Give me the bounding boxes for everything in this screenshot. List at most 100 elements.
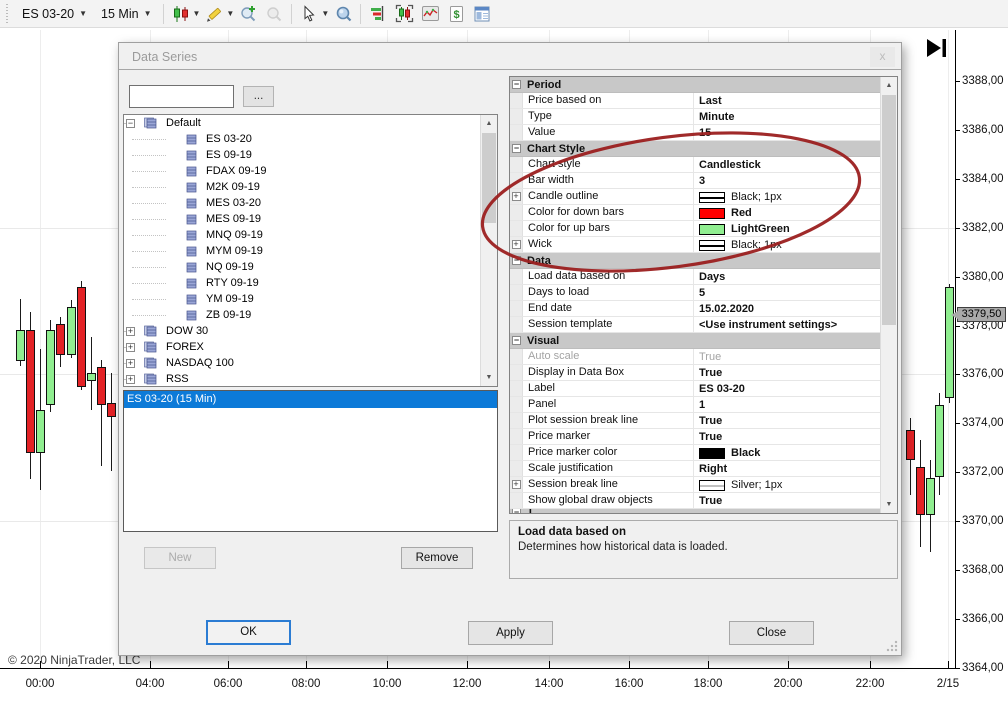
expand-icon[interactable]: + bbox=[511, 240, 521, 249]
properties-scrollbar[interactable]: ▲ ▼ bbox=[880, 77, 897, 513]
property-value[interactable]: Right bbox=[694, 461, 881, 476]
expand-icon[interactable]: + bbox=[511, 192, 521, 201]
property-value[interactable]: True bbox=[694, 429, 881, 444]
property-value[interactable]: True bbox=[694, 493, 881, 508]
tree-item-forex[interactable]: + FOREX bbox=[124, 339, 497, 355]
tree-item-fdax-09-19[interactable]: FDAX 09-19 bbox=[124, 163, 497, 179]
expand-icon[interactable]: + bbox=[126, 342, 135, 352]
chevron-down-icon[interactable]: ▼ bbox=[226, 9, 234, 18]
zoom-out-button[interactable] bbox=[262, 2, 286, 26]
collapse-icon[interactable]: − bbox=[126, 118, 135, 128]
market-depth-button[interactable] bbox=[366, 2, 390, 26]
property-value[interactable]: True bbox=[694, 365, 881, 380]
zoom-in-button[interactable] bbox=[236, 2, 260, 26]
property-row: Color for up bars LightGreen bbox=[510, 221, 881, 237]
close-button[interactable]: Close bbox=[729, 621, 814, 645]
collapse-icon[interactable]: − bbox=[512, 336, 521, 345]
expand-icon[interactable]: + bbox=[126, 374, 135, 384]
section-header-visual[interactable]: − Visual bbox=[510, 333, 881, 349]
expand-icon[interactable]: + bbox=[126, 326, 135, 336]
tree-item-dow-30[interactable]: + DOW 30 bbox=[124, 323, 497, 339]
tree-item-label: MNQ 09-19 bbox=[206, 229, 263, 241]
browse-instruments-button[interactable]: ... bbox=[243, 86, 274, 107]
scroll-down-icon[interactable]: ▼ bbox=[481, 369, 497, 386]
property-value[interactable]: Black; 1px bbox=[694, 189, 881, 204]
toolbar-grip[interactable] bbox=[4, 3, 12, 24]
property-value[interactable]: Red bbox=[694, 205, 881, 220]
property-value[interactable]: 15 bbox=[694, 125, 881, 140]
account-data-button[interactable]: $ bbox=[444, 2, 468, 26]
database-icon bbox=[139, 341, 161, 353]
tree-item-nasdaq-100[interactable]: + NASDAQ 100 bbox=[124, 355, 497, 371]
dialog-close-button[interactable]: x bbox=[870, 47, 895, 67]
cursor-icon bbox=[301, 5, 318, 22]
tree-item-default[interactable]: − Default bbox=[124, 115, 497, 131]
tree-item-rty-09-19[interactable]: RTY 09-19 bbox=[124, 275, 497, 291]
property-value[interactable]: Candlestick bbox=[694, 157, 881, 172]
tree-item-rss[interactable]: + RSS bbox=[124, 371, 497, 386]
tree-item-nq-09-19[interactable]: NQ 09-19 bbox=[124, 259, 497, 275]
collapse-icon[interactable]: − bbox=[512, 80, 521, 89]
property-value[interactable]: 15.02.2020 bbox=[694, 301, 881, 316]
price-axis-tick bbox=[955, 619, 960, 620]
property-value[interactable]: Days bbox=[694, 269, 881, 284]
section-header-chart-style[interactable]: − Chart Style bbox=[510, 141, 881, 157]
section-header-data[interactable]: − Data bbox=[510, 253, 881, 269]
section-header-period[interactable]: − Period bbox=[510, 77, 881, 93]
tree-item-m2k-09-19[interactable]: M2K 09-19 bbox=[124, 179, 497, 195]
scroll-up-icon[interactable]: ▲ bbox=[481, 115, 497, 132]
chevron-down-icon[interactable]: ▼ bbox=[193, 9, 201, 18]
expand-icon[interactable]: + bbox=[126, 358, 135, 368]
property-value[interactable]: Black bbox=[694, 445, 881, 460]
chevron-down-icon[interactable]: ▼ bbox=[321, 9, 329, 18]
tree-item-mes-09-19[interactable]: MES 09-19 bbox=[124, 211, 497, 227]
tree-indent bbox=[132, 170, 166, 172]
collapse-icon[interactable]: − bbox=[512, 144, 521, 153]
cursor-tool-button[interactable] bbox=[297, 2, 321, 26]
property-value[interactable]: True bbox=[694, 413, 881, 428]
property-value[interactable]: 5 bbox=[694, 285, 881, 300]
property-value[interactable]: Last bbox=[694, 93, 881, 108]
ok-button[interactable]: OK bbox=[206, 620, 291, 645]
dialog-resize-grip[interactable] bbox=[886, 640, 898, 652]
tree-item-ym-09-19[interactable]: YM 09-19 bbox=[124, 291, 497, 307]
apply-button[interactable]: Apply bbox=[468, 621, 553, 645]
scrollbar-thumb[interactable] bbox=[882, 95, 896, 325]
tree-item-mes-03-20[interactable]: MES 03-20 bbox=[124, 195, 497, 211]
property-value[interactable]: 3 bbox=[694, 173, 881, 188]
tree-scrollbar[interactable]: ▲ ▼ bbox=[480, 115, 497, 386]
scroll-up-icon[interactable]: ▲ bbox=[881, 77, 897, 94]
property-value[interactable]: Silver; 1px bbox=[694, 477, 881, 492]
collapse-icon[interactable]: − bbox=[512, 256, 521, 265]
instrument-search-input[interactable] bbox=[129, 85, 234, 108]
property-value[interactable]: 1 bbox=[694, 397, 881, 412]
go-to-last-bar-button[interactable] bbox=[924, 36, 950, 60]
remove-series-button[interactable]: Remove bbox=[401, 547, 473, 569]
magnify-view-button[interactable] bbox=[331, 2, 355, 26]
scroll-down-icon[interactable]: ▼ bbox=[881, 496, 897, 513]
series-list-item[interactable]: ES 03-20 (15 Min) bbox=[124, 391, 497, 408]
property-value[interactable]: Minute bbox=[694, 109, 881, 124]
data-grid-button[interactable] bbox=[470, 2, 494, 26]
tree-item-label: M2K 09-19 bbox=[206, 181, 260, 193]
property-value[interactable]: <Use instrument settings> bbox=[694, 317, 881, 332]
property-value[interactable]: ES 03-20 bbox=[694, 381, 881, 396]
chart-window-button[interactable] bbox=[392, 2, 416, 26]
expand-icon[interactable]: + bbox=[511, 480, 521, 489]
tree-item-mnq-09-19[interactable]: MNQ 09-19 bbox=[124, 227, 497, 243]
chart-style-button[interactable] bbox=[169, 2, 193, 26]
property-value[interactable]: Black; 1px bbox=[694, 237, 881, 252]
property-value[interactable]: True bbox=[694, 349, 881, 364]
instrument-selector[interactable]: ES 03-20 ▼ bbox=[16, 5, 93, 23]
scrollbar-thumb[interactable] bbox=[482, 133, 496, 223]
tree-item-es-03-20[interactable]: ES 03-20 bbox=[124, 131, 497, 147]
new-series-button[interactable]: New bbox=[144, 547, 216, 569]
database-icon bbox=[179, 165, 201, 177]
property-value[interactable]: LightGreen bbox=[694, 221, 881, 236]
tree-item-zb-09-19[interactable]: ZB 09-19 bbox=[124, 307, 497, 323]
tree-item-es-09-19[interactable]: ES 09-19 bbox=[124, 147, 497, 163]
interval-selector[interactable]: 15 Min ▼ bbox=[95, 5, 157, 23]
tree-item-mym-09-19[interactable]: MYM 09-19 bbox=[124, 243, 497, 259]
draw-tool-button[interactable] bbox=[202, 2, 226, 26]
indicator-button[interactable] bbox=[418, 2, 442, 26]
